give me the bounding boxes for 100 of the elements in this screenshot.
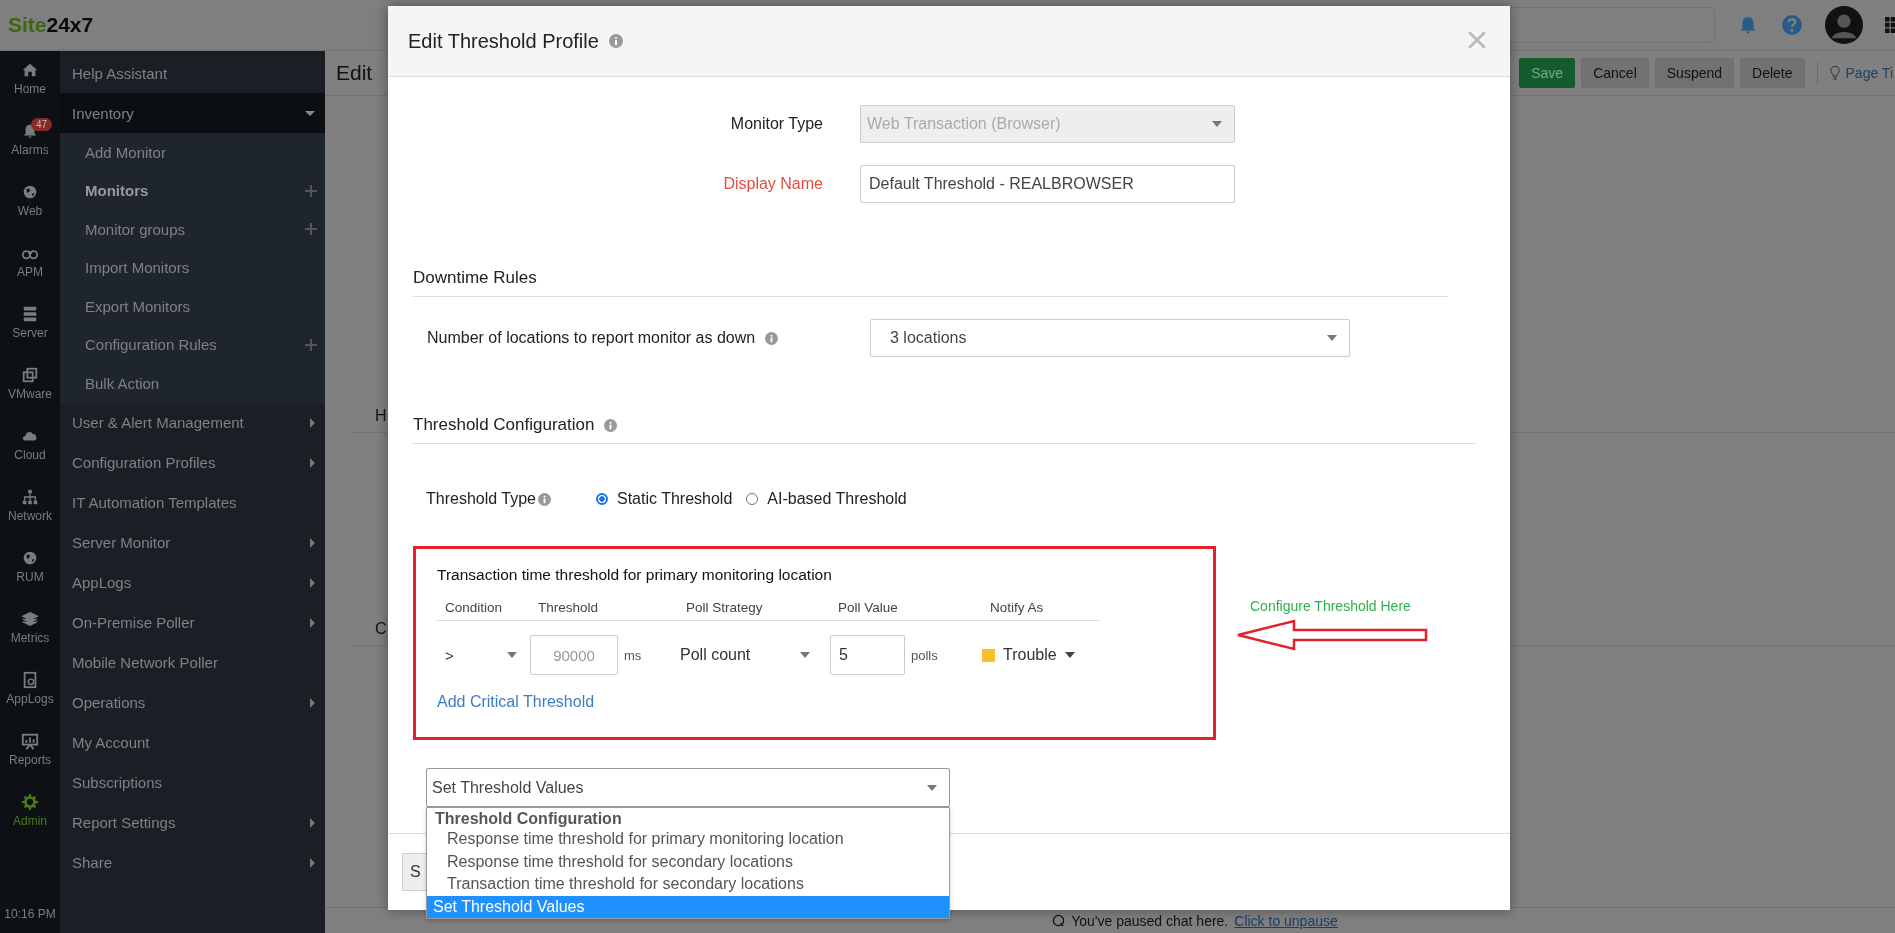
section-heading: H: [374, 407, 387, 424]
nav-rail-item[interactable]: VMware: [0, 366, 60, 427]
alarm-count-badge: 47: [31, 118, 53, 131]
nav-rail-label: Server: [12, 326, 48, 340]
modal-title: Edit Threshold Profile: [408, 29, 599, 53]
section-heading: C: [374, 620, 387, 637]
action-button[interactable]: Save: [1519, 58, 1576, 88]
submenu-item[interactable]: Monitor groups: [60, 210, 325, 249]
column-header: Condition: [445, 600, 504, 615]
nav-rail-label: Admin: [13, 814, 47, 828]
sidebar-item[interactable]: Help Assistant: [60, 53, 325, 93]
sidebar-item[interactable]: My Account: [60, 722, 325, 763]
field-label: Threshold Type: [426, 490, 536, 508]
help-icon[interactable]: [1781, 14, 1803, 36]
sidebar-item[interactable]: Share: [60, 842, 325, 883]
info-icon[interactable]: [604, 418, 618, 432]
threshold-title: Transaction time threshold for primary monitoring location: [437, 566, 833, 584]
sidebar-item[interactable]: Subscriptions: [60, 762, 325, 803]
sidebar-item[interactable]: Operations: [60, 682, 325, 723]
submenu-item[interactable]: Configuration Rules: [60, 325, 325, 364]
sidebar-item[interactable]: AppLogs: [60, 562, 325, 603]
poll-strategy-select[interactable]: Poll count: [680, 646, 810, 664]
field-label: Display Name: [722, 175, 823, 193]
network-icon: [21, 488, 39, 506]
display-name-field[interactable]: Default Threshold - REALBROWSER: [860, 165, 1235, 203]
column-header: Notify As: [990, 600, 1045, 615]
nav-rail-item[interactable]: Metrics: [0, 610, 60, 671]
sidebar-item[interactable]: Report Settings: [60, 802, 325, 843]
option-group-label: Threshold Configuration: [434, 809, 623, 828]
settings-icon: [21, 793, 39, 811]
bell-icon[interactable]: [1737, 14, 1759, 36]
notify-as-select[interactable]: Trouble: [982, 646, 1092, 664]
squares-icon: [21, 366, 39, 384]
nav-rail-item[interactable]: Network: [0, 488, 60, 549]
caret-icon: [310, 417, 315, 428]
server-icon: [21, 305, 39, 323]
sidebar-item[interactable]: Inventory: [60, 93, 325, 133]
sidebar-item[interactable]: User & Alert Management: [60, 402, 325, 443]
caret-icon: [310, 857, 315, 868]
section-heading: Downtime Rules: [413, 268, 1448, 297]
add-critical-threshold-link[interactable]: Add Critical Threshold: [437, 693, 595, 711]
caret-icon: [310, 617, 315, 628]
globe-icon: [21, 549, 39, 567]
unit-label: ms: [624, 647, 642, 663]
nav-rail-label: AppLogs: [6, 692, 54, 706]
submenu-item[interactable]: Import Monitors: [60, 248, 325, 287]
clock: 10:16 PM: [4, 907, 56, 921]
sidebar-item[interactable]: On-Premise Poller: [60, 602, 325, 643]
section-heading: Threshold Configuration: [413, 415, 595, 435]
layers-icon: [21, 610, 39, 628]
nav-rail-label: Web: [17, 204, 43, 218]
submenu-item[interactable]: Export Monitors: [60, 287, 325, 326]
poll-value-field[interactable]: 5: [830, 635, 905, 675]
field-label: Number of locations to report monitor as down: [427, 329, 756, 347]
nav-rail-item[interactable]: Reports: [0, 732, 60, 793]
nav-rail-item[interactable]: AppLogs: [0, 671, 60, 732]
caret-icon: [310, 817, 315, 828]
condition-select[interactable]: >: [437, 646, 517, 664]
submenu-item[interactable]: Bulk Action: [60, 364, 325, 403]
chart-icon: [21, 732, 39, 750]
threshold-type-radio[interactable]: Static Threshold: [596, 490, 733, 508]
logo[interactable]: Site24x7: [8, 13, 94, 37]
sidebar-item[interactable]: Configuration Profiles: [60, 442, 325, 483]
info-icon[interactable]: [538, 492, 551, 506]
nav-rail-item[interactable]: Server: [0, 305, 60, 366]
threshold-type-radio[interactable]: AI-based Threshold: [746, 490, 907, 508]
column-header: Poll Strategy: [686, 600, 764, 615]
info-icon[interactable]: [765, 331, 779, 345]
dropdown-option[interactable]: Response time threshold for primary monitoring location: [427, 828, 949, 851]
action-button[interactable]: Delete: [1740, 58, 1805, 88]
nav-rail-item[interactable]: RUM: [0, 549, 60, 610]
nav-rail-item[interactable]: APM: [0, 244, 60, 305]
close-icon[interactable]: [1468, 31, 1486, 49]
nav-rail-label: Metrics: [10, 631, 50, 645]
caret-icon: [310, 577, 315, 588]
page-title: Edit: [336, 61, 373, 85]
threshold-field[interactable]: 90000: [530, 635, 618, 675]
submenu-item[interactable]: Monitors: [60, 171, 325, 210]
action-button[interactable]: Cancel: [1581, 58, 1649, 88]
nav-rail-item[interactable]: Admin: [0, 793, 60, 854]
info-icon[interactable]: [608, 34, 623, 48]
globe-icon: [21, 183, 39, 201]
nav-rail-item[interactable]: Cloud: [0, 427, 60, 488]
avatar-icon[interactable]: [1825, 6, 1863, 44]
page-tip-link[interactable]: Page Ti: [1845, 65, 1893, 81]
nav-rail-item[interactable]: Web: [0, 183, 60, 244]
doc-icon: [21, 671, 39, 689]
dropdown-option[interactable]: Set Threshold Values: [427, 895, 949, 918]
locations-select[interactable]: 3 locations: [870, 319, 1350, 357]
annotation-text: Configure Threshold Here: [1250, 598, 1411, 614]
submenu-item[interactable]: Add Monitor: [60, 133, 325, 172]
action-button[interactable]: Suspend: [1654, 58, 1735, 88]
sidebar-item[interactable]: Server Monitor: [60, 522, 325, 563]
sidebar-item[interactable]: Mobile Network Poller: [60, 642, 325, 683]
column-header: Poll Value: [838, 600, 899, 615]
nav-rail-label: Reports: [9, 753, 51, 767]
unit-label: polls: [911, 647, 938, 663]
nav-rail-label: Home: [14, 82, 46, 96]
sidebar-item[interactable]: IT Automation Templates: [60, 482, 325, 523]
unpause-link[interactable]: Click to unpause: [1234, 912, 1338, 929]
